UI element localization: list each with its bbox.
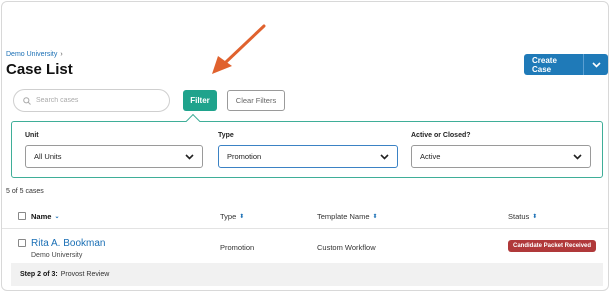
filter-panel: Unit All Units Type Promotion Active or … [11,121,603,178]
filter-button[interactable]: Filter [183,90,217,111]
results-count: 5 of 5 cases [6,188,44,195]
create-case-button[interactable]: Create Case [524,54,585,75]
active-select-value: Active [420,152,441,161]
active-filter-label: Active or Closed? [411,132,471,139]
chevron-down-icon [185,153,194,160]
annotation-arrow-icon [212,24,266,74]
case-unit: Demo University [31,252,83,259]
breadcrumb-separator: › [60,51,63,58]
select-all-checkbox[interactable] [18,212,26,220]
clear-filters-button[interactable]: Clear Filters [227,90,285,111]
chevron-down-icon [380,153,389,160]
column-header-status[interactable]: Status ⬍ [508,212,537,221]
step-name: Provost Review [60,271,110,278]
breadcrumb-link-university[interactable]: Demo University [6,51,57,58]
case-template: Custom Workflow [317,243,376,252]
column-type-label: Type [220,212,237,221]
search-icon [23,96,31,105]
table-header: Name ⌄ Type ⬍ Template Name ⬍ Status ⬍ [2,203,608,229]
create-case-group: Create Case [524,54,608,75]
sort-icon: ⬍ [372,214,378,220]
type-select[interactable]: Promotion [218,145,398,168]
unit-select-value: All Units [34,152,62,161]
case-name-link[interactable]: Rita A. Bookman [31,238,105,249]
page-title: Case List [6,61,73,78]
column-header-name[interactable]: Name ⌄ [31,212,59,221]
sort-icon: ⬍ [532,214,538,220]
breadcrumb: Demo University › [6,51,63,58]
column-template-label: Template Name [317,212,370,221]
active-select[interactable]: Active [411,145,591,168]
type-filter-label: Type [218,132,234,139]
column-header-template[interactable]: Template Name ⬍ [317,212,378,221]
case-type: Promotion [220,243,255,252]
step-prefix: Step 2 of 3: [20,271,58,278]
type-select-value: Promotion [227,152,262,161]
row-checkbox[interactable] [18,239,26,247]
search-input[interactable] [36,97,156,104]
app-window: Demo University › Case List Create Case … [1,1,609,291]
status-badge: Candidate Packet Received [508,240,597,252]
chevron-down-icon [573,153,582,160]
chevron-down-icon [592,61,601,68]
column-status-label: Status [508,212,530,221]
unit-select[interactable]: All Units [25,145,203,168]
case-step-bar: Step 2 of 3: Provost Review [11,263,603,286]
column-name-label: Name [31,212,52,221]
create-case-menu-button[interactable] [584,54,608,75]
search-box [13,89,170,112]
sort-desc-icon: ⌄ [54,214,60,220]
sort-icon: ⬍ [239,214,245,220]
table-row: Rita A. Bookman Demo University Promotio… [2,230,608,263]
column-header-type[interactable]: Type ⬍ [220,212,244,221]
unit-filter-label: Unit [25,132,39,139]
